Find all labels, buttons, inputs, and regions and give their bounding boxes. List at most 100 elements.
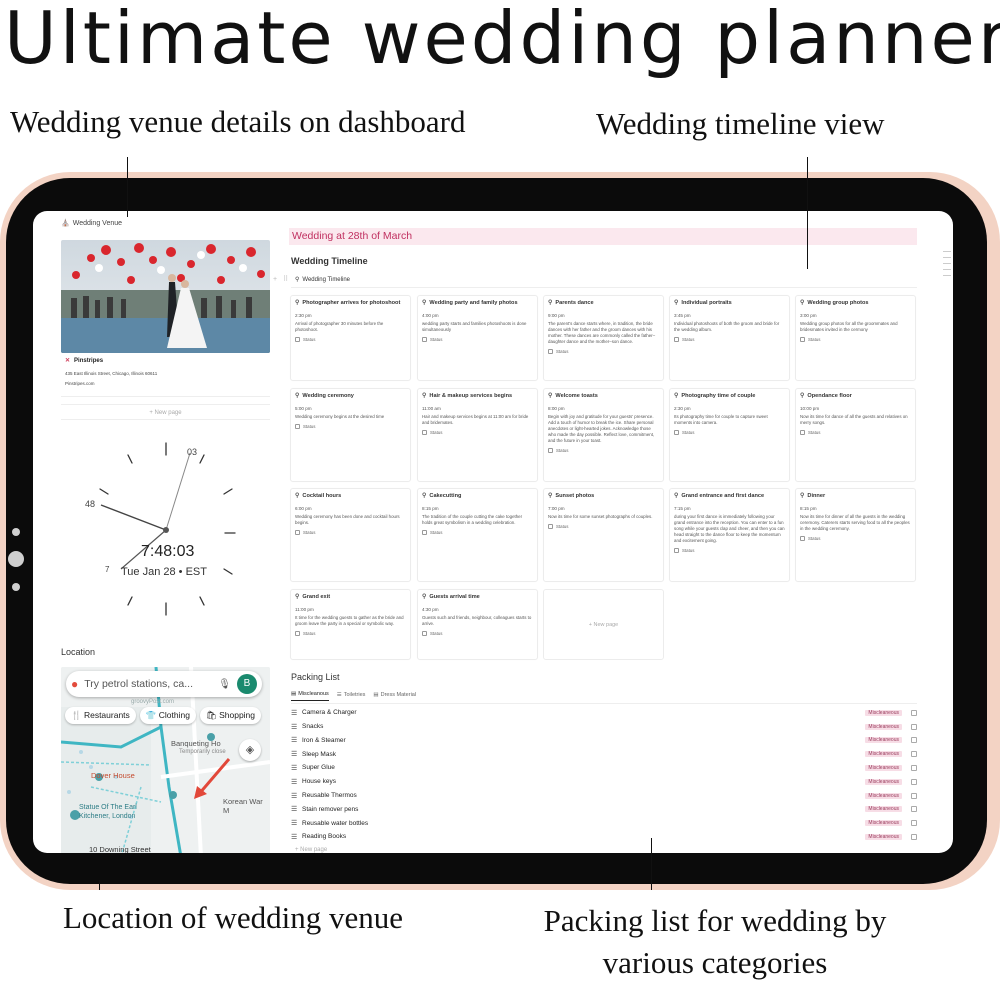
timeline-card[interactable]: ⚲ Grand exit 11:00 pm It time for the weddi… [290, 589, 411, 660]
sidebar-new-page-button[interactable]: + New page [61, 404, 270, 420]
timeline-view-tab[interactable]: ⚲ Wedding Timeline [295, 276, 350, 284]
card-status[interactable]: Status [422, 430, 533, 435]
timeline-card[interactable]: ⚲ Grand entrance and first dance 7:15 pm du… [669, 488, 790, 582]
map-place-label[interactable]: Korean War M [223, 797, 270, 815]
chip-clothing[interactable]: 👕 Clothing [139, 707, 196, 724]
packing-item-row[interactable]: ☰ Super Glue Miscleaneous [291, 761, 917, 775]
card-status[interactable]: Status [674, 337, 785, 342]
gallery-new-page-button[interactable]: + New page [543, 589, 664, 660]
status-checkbox[interactable] [295, 631, 300, 636]
status-checkbox[interactable] [674, 548, 679, 553]
packing-item-row[interactable]: ☰ Reusable water bottles Miscleaneous [291, 816, 917, 830]
hanger-icon: ⚲ [548, 493, 553, 499]
card-status[interactable]: Status [674, 430, 785, 435]
timeline-card[interactable]: ⚲ Photographer arrives for photoshoot 2:30… [290, 295, 411, 381]
packing-item-row[interactable]: ☰ Sleep Mask Miscleaneous [291, 747, 917, 761]
venue-name[interactable]: ✕ Pinstripes [65, 357, 103, 365]
status-checkbox[interactable] [674, 337, 679, 342]
tab-dress-material[interactable]: ▤ Dress Material [373, 691, 416, 701]
status-checkbox[interactable] [548, 448, 553, 453]
packed-checkbox[interactable] [911, 751, 917, 758]
scroll-outline-icon[interactable] [943, 251, 953, 281]
chip-restaurants[interactable]: 🍴 Restaurants [65, 707, 136, 724]
venue-photo[interactable] [61, 240, 270, 353]
packing-item-row[interactable]: ☰ House keys Miscleaneous [291, 775, 917, 789]
status-checkbox[interactable] [800, 430, 805, 435]
drag-handle-icon[interactable]: + ⠿ [273, 275, 290, 283]
map-place-label[interactable]: Statue Of The Earl Kitchener, London [79, 803, 149, 821]
packed-checkbox[interactable] [911, 806, 917, 813]
status-checkbox[interactable] [674, 430, 679, 435]
timeline-card[interactable]: ⚲ Parents dance 9:00 pm The parent's dance … [543, 295, 664, 381]
card-status[interactable]: Status [548, 524, 659, 529]
map-place-label[interactable]: 10 Downing Street [89, 845, 151, 853]
packed-checkbox[interactable] [911, 709, 917, 716]
timeline-card[interactable]: ⚲ Individual portraits 3:45 pm Individual p… [669, 295, 790, 381]
card-status[interactable]: Status [800, 536, 911, 541]
status-checkbox[interactable] [422, 337, 427, 342]
card-status[interactable]: Status [295, 424, 406, 429]
timeline-card[interactable]: ⚲ Dinner 8:15 pm Now its time for dinner of… [795, 488, 916, 582]
packing-item-row[interactable]: ☰ Iron & Steamer Miscleaneous [291, 734, 917, 748]
status-checkbox[interactable] [422, 530, 427, 535]
timeline-card[interactable]: ⚲ Welcome toasts 8:00 pm Begin with joy and… [543, 388, 664, 482]
card-status[interactable]: Status [295, 631, 406, 636]
status-checkbox[interactable] [548, 349, 553, 354]
packing-new-page-button[interactable]: + New page [295, 847, 327, 853]
map-search-input[interactable]: Try petrol stations, ca... [84, 678, 212, 690]
packed-checkbox[interactable] [911, 778, 917, 785]
map-place-label[interactable]: Dover House [91, 771, 135, 780]
status-checkbox[interactable] [800, 536, 805, 541]
packing-item-name: Sleep Mask [302, 750, 336, 758]
timeline-card[interactable]: ⚲ Photography time of couple 2:30 pm Its ph… [669, 388, 790, 482]
tab-miscleanous[interactable]: ▤ Miscleanous [291, 691, 329, 701]
layers-icon[interactable]: ◈ [239, 739, 261, 761]
timeline-card[interactable]: ⚲ Guests arrival time 4:30 pm Guests such a… [417, 589, 538, 660]
card-status[interactable]: Status [800, 337, 911, 342]
card-status[interactable]: Status [548, 448, 659, 453]
packed-checkbox[interactable] [911, 723, 917, 730]
packing-item-row[interactable]: ☰ Stain remover pens Miscleaneous [291, 803, 917, 817]
chip-shopping[interactable]: 🛍 Shopping [199, 707, 262, 724]
status-checkbox[interactable] [800, 337, 805, 342]
card-status[interactable]: Status [422, 337, 533, 342]
status-checkbox[interactable] [422, 430, 427, 435]
status-checkbox[interactable] [422, 631, 427, 636]
card-status[interactable]: Status [295, 530, 406, 535]
status-checkbox[interactable] [548, 524, 553, 529]
venue-heading[interactable]: ⛪ Wedding Venue [61, 219, 122, 228]
packed-checkbox[interactable] [911, 764, 917, 771]
packing-item-row[interactable]: ☰ Reusable Thermos Miscleaneous [291, 789, 917, 803]
packed-checkbox[interactable] [911, 792, 917, 799]
packing-item-row[interactable]: ☰ Snacks Miscleaneous [291, 720, 917, 734]
venue-website-link[interactable]: Pinstripes.com [65, 381, 95, 386]
card-status[interactable]: Status [422, 530, 533, 535]
map-embed[interactable]: ● Try petrol stations, ca... 🎙 B groovyP… [61, 667, 270, 853]
card-status[interactable]: Status [674, 548, 785, 553]
map-search-bar[interactable]: ● Try petrol stations, ca... 🎙 B [66, 671, 262, 697]
timeline-card[interactable]: ⚲ Wedding party and family photos 4:00 pm w… [417, 295, 538, 381]
packed-checkbox[interactable] [911, 833, 917, 840]
timeline-card[interactable]: ⚲ Hair & makeup services begins 11:00 am Ha… [417, 388, 538, 482]
timeline-card[interactable]: ⚲ Sunset photos 7:00 pm Now its time for so… [543, 488, 664, 582]
timeline-card[interactable]: ⚲ Wedding group photos 3:00 pm Wedding grou… [795, 295, 916, 381]
microphone-icon[interactable]: 🎙 [218, 679, 231, 690]
card-status[interactable]: Status [295, 337, 406, 342]
packing-item-row[interactable]: ☰ Reading Books Miscleaneous [291, 830, 917, 844]
card-status[interactable]: Status [548, 349, 659, 354]
timeline-card[interactable]: ⚲ Opendance floor 10:00 pm Now its time for… [795, 388, 916, 482]
timeline-card[interactable]: ⚲ Cocktail hours 6:00 pm Wedding ceremony h… [290, 488, 411, 582]
map-place-label[interactable]: Banqueting Ho [171, 739, 221, 748]
tab-toiletries[interactable]: ☰ Toiletries [337, 691, 366, 701]
status-checkbox[interactable] [295, 337, 300, 342]
packing-item-row[interactable]: ☰ Camera & Charger Miscleaneous [291, 706, 917, 720]
avatar[interactable]: B [237, 674, 257, 694]
packed-checkbox[interactable] [911, 737, 917, 744]
packed-checkbox[interactable] [911, 820, 917, 827]
status-checkbox[interactable] [295, 530, 300, 535]
card-status[interactable]: Status [422, 631, 533, 636]
timeline-card[interactable]: ⚲ Cakecutting 8:15 pm The tradition of the … [417, 488, 538, 582]
status-checkbox[interactable] [295, 424, 300, 429]
card-status[interactable]: Status [800, 430, 911, 435]
timeline-card[interactable]: ⚲ Wedding ceremony 5:00 pm Wedding ceremony… [290, 388, 411, 482]
